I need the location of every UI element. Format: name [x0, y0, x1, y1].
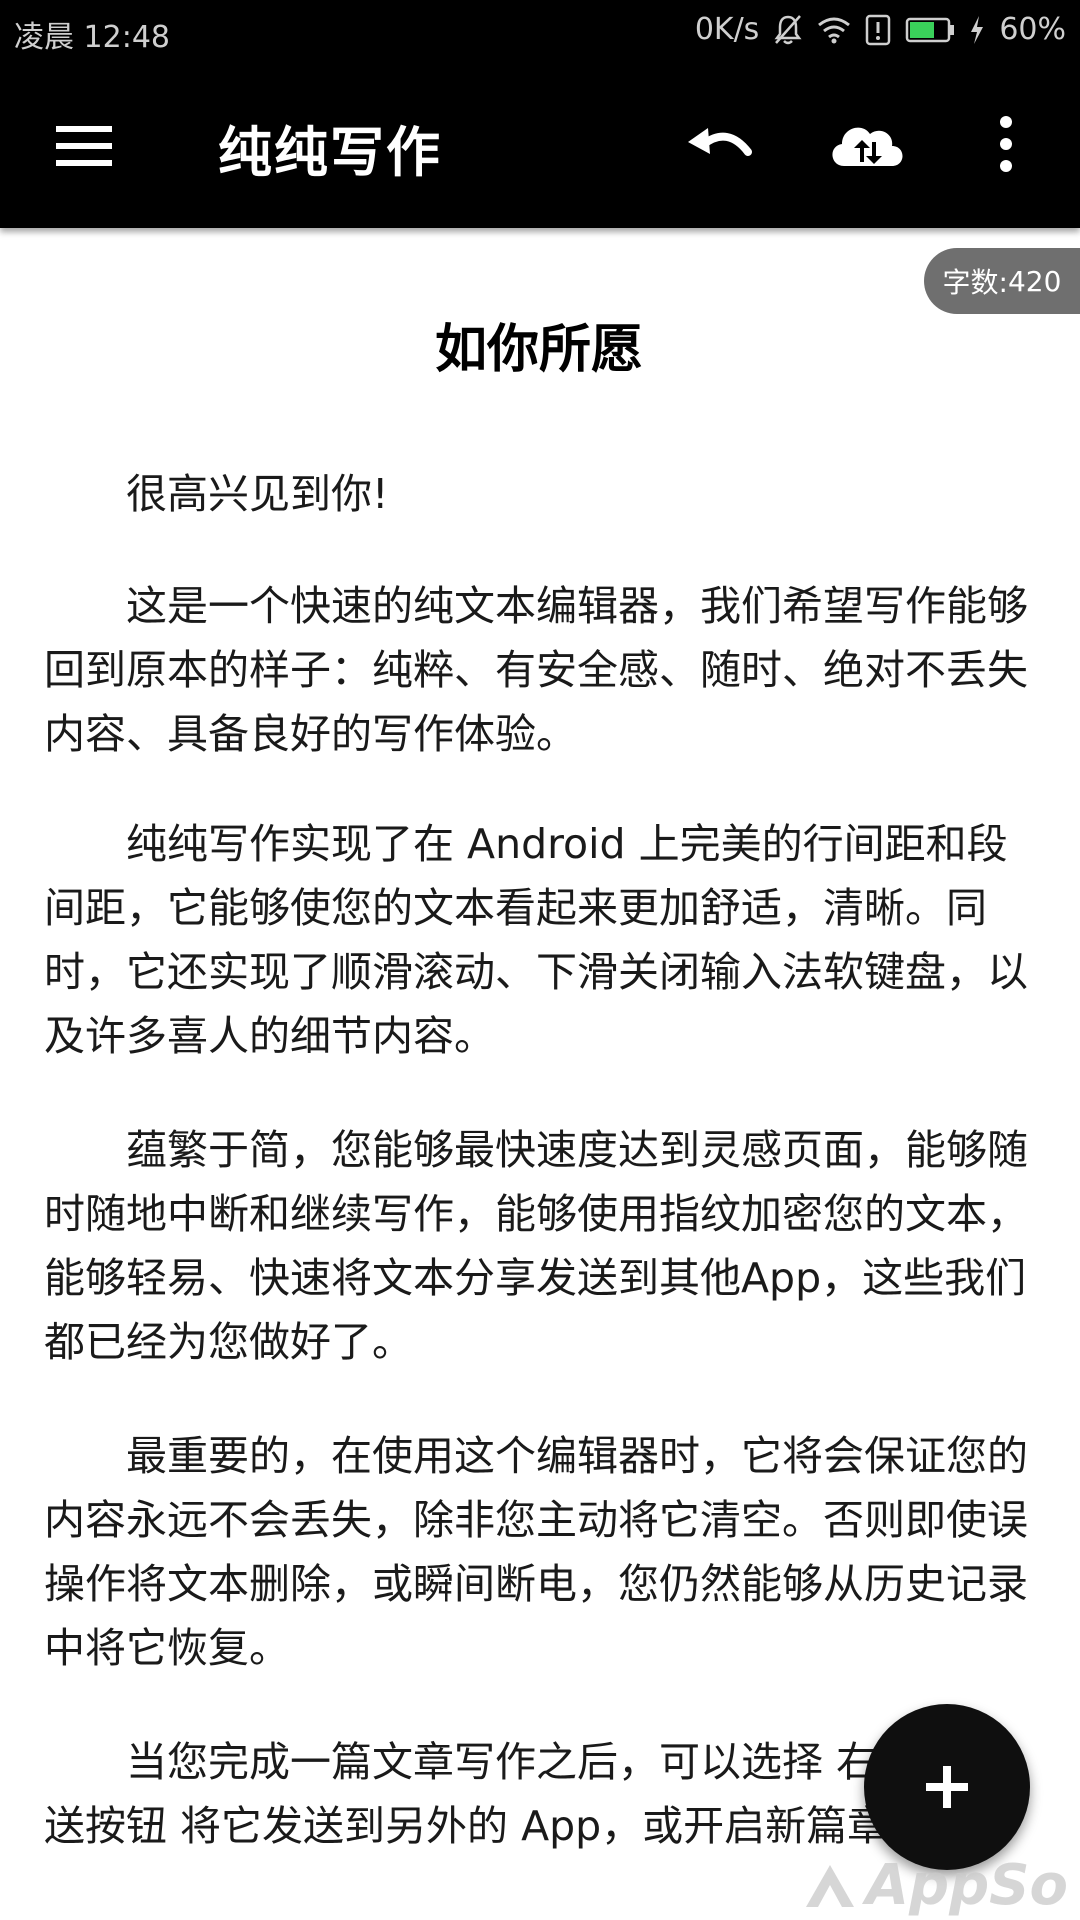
cloud-sync-button[interactable]: [822, 104, 912, 184]
battery-percent: 60%: [999, 12, 1066, 47]
document-title[interactable]: 如你所愿: [44, 310, 1034, 390]
plus-icon: [926, 1766, 968, 1808]
word-count-value: 420: [1007, 264, 1062, 298]
paragraph[interactable]: 纯纯写作实现了在 Android 上完美的行间距和段间距，它能够使您的文本看起来…: [44, 812, 1034, 1068]
new-document-button[interactable]: [864, 1704, 1030, 1870]
app-title: 纯纯写作: [218, 121, 442, 184]
watermark: AppSo: [802, 1853, 1068, 1918]
more-vertical-icon: [1000, 116, 1012, 172]
editor-area[interactable]: 如你所愿 很高兴见到你! 这是一个快速的纯文本编辑器，我们希望写作能够回到原本的…: [44, 300, 1034, 1850]
word-count-badge: 字数: 420: [924, 248, 1080, 314]
undo-icon: [688, 128, 752, 156]
paragraph[interactable]: 最重要的，在使用这个编辑器时，它将会保证您的内容永远不会丢失，除非您主动将它清空…: [44, 1424, 1034, 1680]
paragraph[interactable]: 很高兴见到你!: [44, 462, 388, 526]
status-right: 0K/s 60%: [695, 12, 1066, 47]
menu-icon: [56, 126, 112, 166]
watermark-text: AppSo: [865, 1853, 1068, 1918]
undo-button[interactable]: [682, 112, 762, 182]
status-bar: 凌晨 12:48 0K/s 60%: [0, 0, 1080, 64]
status-time: 凌晨 12:48: [14, 20, 170, 55]
word-count-label: 字数:: [942, 266, 1008, 299]
bell-off-icon: [773, 14, 803, 46]
app-bar: 纯纯写作: [0, 64, 1080, 228]
cloud-sync-icon: [832, 127, 903, 166]
battery-icon: [905, 17, 955, 43]
menu-button[interactable]: [50, 116, 120, 176]
paragraph[interactable]: 蕴繁于简，您能够最快速度达到灵感页面，能够随时随地中断和继续写作，能够使用指纹加…: [44, 1118, 1034, 1374]
paragraph[interactable]: 这是一个快速的纯文本编辑器，我们希望写作能够回到原本的样子：纯粹、有安全感、随时…: [44, 574, 1034, 766]
alert-icon: [865, 14, 891, 46]
wifi-icon: [817, 16, 851, 44]
network-speed: 0K/s: [694, 12, 760, 47]
appso-logo-icon: [805, 1864, 854, 1907]
more-options-button[interactable]: [986, 104, 1026, 184]
charging-icon: [969, 15, 985, 45]
